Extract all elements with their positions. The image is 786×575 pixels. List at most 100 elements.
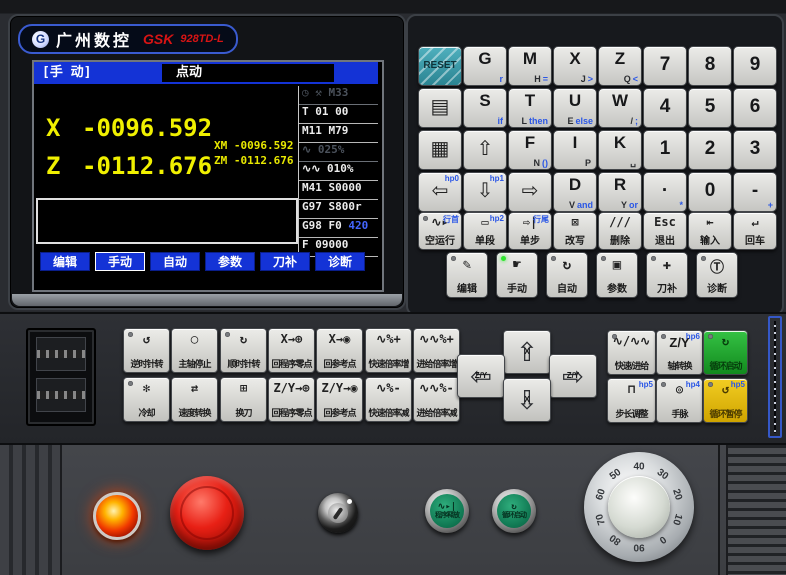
z-return-reference-button[interactable]: Z/Y→◉回参考点 — [316, 377, 363, 422]
key-X[interactable]: XJ> — [553, 46, 597, 86]
key-W[interactable]: W/; — [598, 88, 642, 128]
cycle-start-physical-button[interactable]: ↻循环启动 — [492, 489, 536, 533]
speed-change-button[interactable]: ⇄速度转换 — [171, 377, 218, 422]
key-switch-dot — [347, 499, 352, 504]
key-2[interactable]: 2 — [688, 130, 732, 170]
override-dial[interactable]: 40 30 20 10 0 90 80 70 60 50 — [584, 452, 694, 562]
alter-key[interactable]: ⊠改写 — [553, 212, 597, 250]
key-0[interactable]: 0 — [688, 172, 732, 212]
delete-key[interactable]: ///删除 — [598, 212, 642, 250]
up-arrow-icon: ⇧ — [464, 137, 506, 161]
mode-auto-key[interactable]: ↻自动 — [546, 252, 588, 298]
brand-bar: G 广州数控 GSK 928TD-L — [18, 24, 238, 54]
dial-knob[interactable] — [608, 476, 670, 538]
key-R[interactable]: RYor — [598, 172, 642, 212]
tab-tool-offset[interactable]: 刀补 — [260, 252, 310, 271]
key-T[interactable]: TLthen — [508, 88, 552, 128]
speed-change-icon: ⇄ — [172, 381, 217, 395]
dry-run-key[interactable]: 行首∿▸空运行 — [418, 212, 462, 250]
led — [661, 334, 666, 339]
spindle-stop-button[interactable]: ◯主轴停止 — [171, 328, 218, 373]
rapid-override-down-button[interactable]: ∿%-快速倍率减 — [365, 377, 412, 422]
jog-x-minus-button[interactable]: ⇩X — [503, 378, 551, 422]
enter-key[interactable]: ↵回车 — [733, 212, 777, 250]
jog-z-minus-button[interactable]: ⇦Z/Y — [457, 354, 505, 398]
key-9[interactable]: 9 — [733, 46, 777, 86]
spindle-cw-button[interactable]: ↻顺时针转 — [220, 328, 267, 373]
mode-parameter-key[interactable]: ▣参数 — [596, 252, 638, 298]
tool-change-button[interactable]: ⊞换刀 — [220, 377, 267, 422]
cursor-up-key[interactable]: ⇧ — [463, 130, 507, 170]
tab-diagnosis[interactable]: 诊断 — [315, 252, 365, 271]
led — [661, 382, 666, 387]
jog-mode-box: 点动 — [162, 64, 334, 82]
key-U[interactable]: UEelse — [553, 88, 597, 128]
escape-key[interactable]: Esc退出 — [643, 212, 687, 250]
usb-port — [36, 378, 86, 412]
step-adjust-button[interactable]: hp5⊓步长调整 — [607, 378, 656, 423]
mode-manual-key[interactable]: ☛手动 — [496, 252, 538, 298]
mode-edit-key[interactable]: ✎编辑 — [446, 252, 488, 298]
led — [423, 216, 428, 221]
model-number: 928TD-L — [180, 33, 223, 45]
cursor-down-key[interactable]: hp1⇩ — [463, 172, 507, 212]
tab-parameter[interactable]: 参数 — [205, 252, 255, 271]
key-minus[interactable]: -+ — [733, 172, 777, 212]
mode-diagnosis-key[interactable]: Ⓣ诊断 — [696, 252, 738, 298]
key-S[interactable]: Sif — [463, 88, 507, 128]
document-list-key[interactable]: ▦ — [418, 130, 462, 170]
single-block-key[interactable]: hp2▭单段 — [463, 212, 507, 250]
tab-auto[interactable]: 自动 — [150, 252, 200, 271]
handwheel-button[interactable]: hp4◎手脉 — [656, 378, 703, 423]
key-4[interactable]: 4 — [643, 88, 687, 128]
axis-x-value: -0096.592 — [82, 114, 212, 142]
jog-z-plus-button[interactable]: ⇨Z/Y — [549, 354, 597, 398]
alter-icon: ⊠ — [554, 215, 596, 229]
key-3[interactable]: 3 — [733, 130, 777, 170]
axis-x-name: X — [46, 114, 60, 142]
key-Z[interactable]: ZQ< — [598, 46, 642, 86]
program-release-button[interactable]: ∿▸|程序释放 — [425, 489, 469, 533]
axis-switch-button[interactable]: hp6Z/Y轴转换 — [656, 330, 703, 375]
monitor-bottom-trim — [12, 294, 402, 306]
tab-manual[interactable]: 手动 — [95, 252, 145, 271]
key-7[interactable]: 7 — [643, 46, 687, 86]
led — [708, 382, 713, 387]
key-switch[interactable] — [318, 493, 358, 533]
x-return-reference-button[interactable]: X→◉回参考点 — [316, 328, 363, 373]
input-key[interactable]: ⇤输入 — [688, 212, 732, 250]
key-D[interactable]: DVand — [553, 172, 597, 212]
cursor-right-key[interactable]: ⇨ — [508, 172, 552, 212]
cycle-start-key[interactable]: ↻循环启动 — [703, 330, 748, 375]
emergency-stop-button[interactable] — [170, 476, 244, 550]
usb-connector-block — [26, 328, 96, 426]
cycle-pause-key[interactable]: hp5↺循环暂停 — [703, 378, 748, 423]
key-K[interactable]: K␣ — [598, 130, 642, 170]
x-return-program-zero-button[interactable]: X→⊕回程序零点 — [268, 328, 315, 373]
reset-key[interactable]: RESET — [418, 46, 462, 86]
key-1[interactable]: 1 — [643, 130, 687, 170]
key-F[interactable]: FN() — [508, 130, 552, 170]
key-5[interactable]: 5 — [688, 88, 732, 128]
feed-override-up-button[interactable]: ∿∿%+进给倍率增 — [413, 328, 460, 373]
tab-edit[interactable]: 编辑 — [40, 252, 90, 271]
key-M[interactable]: MH= — [508, 46, 552, 86]
key-8[interactable]: 8 — [688, 46, 732, 86]
key-6[interactable]: 6 — [733, 88, 777, 128]
key-decimal-point[interactable]: ·* — [643, 172, 687, 212]
coolant-button[interactable]: ✻冷却 — [123, 377, 170, 422]
program-page-key[interactable]: ▤ — [418, 88, 462, 128]
rapid-feed-toggle-button[interactable]: ∿/∿∿快速/进给 — [607, 330, 656, 375]
command-input-box — [36, 198, 298, 244]
z-return-program-zero-button[interactable]: Z/Y→⊕回程序零点 — [268, 377, 315, 422]
key-G[interactable]: Gr — [463, 46, 507, 86]
key-I[interactable]: IP — [553, 130, 597, 170]
jog-x-plus-button[interactable]: ⇧X — [503, 330, 551, 374]
rapid-override-up-button[interactable]: ∿%+快速倍率增 — [365, 328, 412, 373]
single-step-key[interactable]: 行尾⇨|单步 — [508, 212, 552, 250]
feed-override-down-button[interactable]: ∿∿%-进给倍率减 — [413, 377, 460, 422]
spindle-ccw-button[interactable]: ↺逆时针转 — [123, 328, 170, 373]
reset-label: RESET — [419, 60, 461, 71]
cursor-left-key[interactable]: hp0⇦ — [418, 172, 462, 212]
mode-tool-offset-key[interactable]: ✚刀补 — [646, 252, 688, 298]
